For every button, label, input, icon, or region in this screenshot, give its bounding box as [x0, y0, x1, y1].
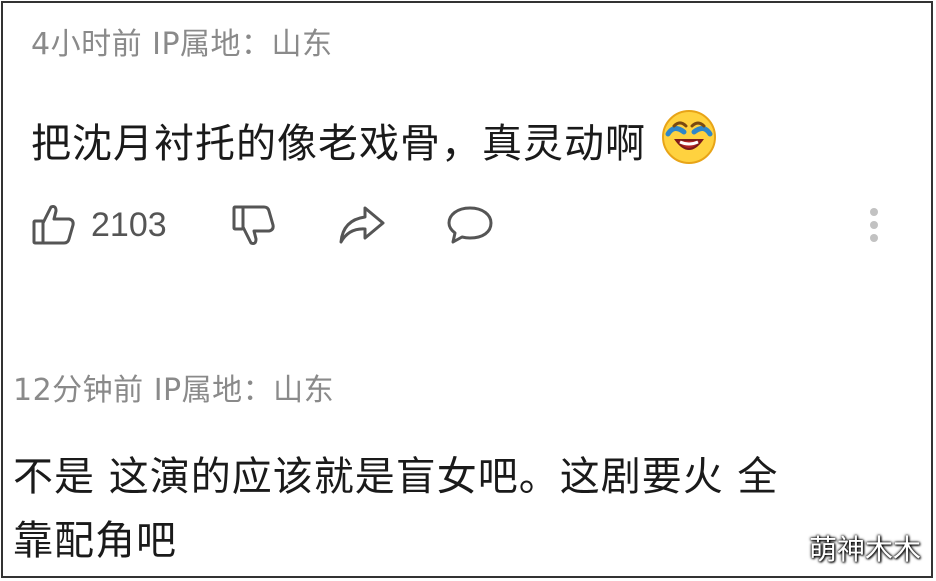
- like-button[interactable]: 2103: [31, 199, 167, 251]
- comment-meta: 12分钟前 IP属地：山东: [13, 373, 335, 408]
- share-button[interactable]: [337, 199, 387, 251]
- comment-text: 把沈月衬托的像老戏骨，真灵动啊: [31, 108, 718, 176]
- like-count: 2103: [91, 205, 167, 244]
- laughing-crying-emoji-icon: [660, 108, 718, 176]
- comment-bubble-icon: [445, 202, 495, 248]
- thumbs-down-icon: [231, 202, 277, 248]
- comment-meta: 4小时前 IP属地：山东: [31, 27, 333, 62]
- watermark: 萌神木木: [808, 533, 921, 566]
- comment-panel: 4小时前 IP属地：山东 把沈月衬托的像老戏骨，真灵动啊 2103 12分钟前 …: [1, 1, 933, 578]
- more-options-button[interactable]: [867, 199, 881, 251]
- comment-text-line: 不是 这演的应该就是盲女吧。这剧要火 全: [13, 454, 779, 500]
- share-arrow-icon: [337, 202, 387, 248]
- reply-button[interactable]: [445, 199, 495, 251]
- more-vertical-icon: [867, 202, 881, 248]
- dislike-button[interactable]: [231, 199, 277, 251]
- comment-actions: 2103: [31, 199, 901, 251]
- comment-text-line: 靠配角吧: [13, 518, 177, 564]
- comment-text: 不是 这演的应该就是盲女吧。这剧要火 全 靠配角吧: [13, 445, 923, 573]
- comment-text-content: 把沈月衬托的像老戏骨，真灵动啊: [31, 121, 646, 167]
- thumbs-up-icon: [31, 202, 77, 248]
